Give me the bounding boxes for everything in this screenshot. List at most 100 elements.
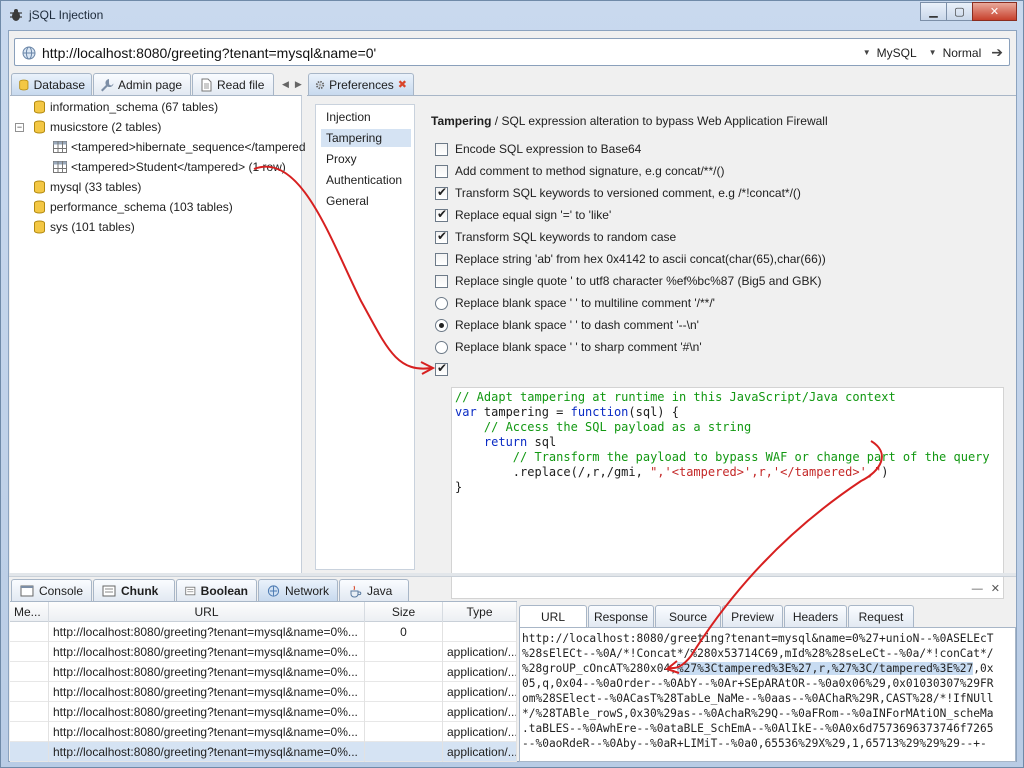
url-line: */%28TABle_rowS,0x30%29as--%0AchaR%29Q--… [522,707,994,720]
radio-button[interactable] [435,296,448,310]
tab-headers[interactable]: Headers [784,605,847,627]
close-panel-icon[interactable]: ✕ [991,583,1008,595]
tab-label: Chunk [121,583,159,598]
url-highlight: %27%3Ctampered%3E%27,r,%27%3C/tampered%3… [676,662,974,675]
option-random-case[interactable]: Transform SQL keywords to random case [435,228,676,246]
tree-item-musicstore[interactable]: musicstore (2 tables) [33,117,161,137]
tab-console[interactable]: Console [11,579,92,601]
checkbox[interactable] [435,252,448,266]
tab-preview[interactable]: Preview [722,605,783,627]
tab-url[interactable]: URL [519,605,587,627]
cell-url: http://localhost:8080/greeting?tenant=my… [49,622,365,642]
table-row[interactable]: http://localhost:8080/greeting?tenant=my… [10,682,517,702]
gear-icon [315,80,325,89]
checkbox[interactable] [435,164,448,178]
tree-item-sys[interactable]: sys (101 tables) [33,217,135,237]
table-row[interactable]: http://localhost:8080/greeting?tenant=my… [10,702,517,722]
option-comment-signature[interactable]: Add comment to method signature, e.g con… [435,162,724,180]
wrench-icon [101,78,114,91]
tree-item-label: mysql (33 tables) [50,180,142,194]
checkbox[interactable] [435,361,448,376]
option-space-multiline[interactable]: Replace blank space ' ' to multiline com… [435,294,715,312]
tab-scroll-arrows[interactable]: ◀▶ [282,79,308,90]
close-tab-icon[interactable]: ✖ [398,78,407,91]
column-size[interactable]: Size [365,602,443,622]
pref-nav-authentication[interactable]: Authentication [321,171,411,189]
table-row[interactable]: http://localhost:8080/greeting?tenant=my… [10,722,517,742]
code-keyword: var [455,405,477,419]
checkbox[interactable] [435,185,448,200]
tree-item-table-student[interactable]: <tampered>Student</tampered> (1 row) [53,157,286,177]
code-text: sql [527,435,557,449]
option-space-dash[interactable]: Replace blank space ' ' to dash comment … [435,316,699,334]
panel-controls[interactable]: —✕ [972,582,1008,595]
table-row[interactable]: http://localhost:8080/greeting?tenant=my… [10,662,517,682]
pref-nav-tampering[interactable]: Tampering [321,129,411,147]
tab-java[interactable]: Java [339,579,409,601]
split-divider[interactable] [9,573,1016,577]
start-arrow-icon[interactable]: ➔ [991,44,1003,61]
cell-method [10,662,49,682]
table-row[interactable]: http://localhost:8080/greeting?tenant=my… [10,742,517,762]
url-input[interactable] [42,43,832,63]
code-comment: // Adapt tampering at runtime in this Ja… [455,390,896,404]
tab-response[interactable]: Response [588,605,654,627]
mode-select[interactable]: Normal [943,46,982,60]
checkbox[interactable] [435,274,448,288]
option-space-sharp[interactable]: Replace blank space ' ' to sharp comment… [435,338,702,356]
column-type[interactable]: Type [443,602,517,622]
tab-network[interactable]: Network [258,579,338,601]
database-select[interactable]: MySQL [877,46,917,60]
option-versioned-comment[interactable]: Transform SQL keywords to versioned comm… [435,184,801,202]
radio-button[interactable] [435,340,448,354]
option-base64[interactable]: Encode SQL expression to Base64 [435,140,641,158]
url-line: %28sElECt--%0A/*!Concat*/%280x53714C69,m… [522,647,994,660]
code-text: (sql) { [628,405,679,419]
tree-item-table-hibernate[interactable]: <tampered>hibernate_sequence</tampered [53,137,306,157]
tab-label: Java [367,583,393,598]
table-row[interactable]: http://localhost:8080/greeting?tenant=my… [10,622,517,642]
maximize-button[interactable]: ▢ [946,2,973,21]
tampering-heading: Tampering / SQL expression alteration to… [431,114,828,128]
minimize-button[interactable]: ▁ [920,2,947,21]
column-url[interactable]: URL [49,602,365,622]
close-button[interactable]: ✕ [972,2,1017,21]
pref-nav-proxy[interactable]: Proxy [321,150,411,168]
column-method[interactable]: Me... [10,602,49,622]
pref-nav-injection[interactable]: Injection [321,108,411,126]
tampering-script-editor[interactable]: // Adapt tampering at runtime in this Ja… [451,387,1004,599]
tab-admin-page[interactable]: Admin page [93,73,191,95]
minimize-panel-icon[interactable]: — [972,583,991,595]
tab-preferences[interactable]: Preferences ✖ [308,73,414,95]
tab-request[interactable]: Request [848,605,914,627]
option-equal-to-like[interactable]: Replace equal sign '=' to 'like' [435,206,611,224]
cell-size [365,682,443,702]
close-icon: ✕ [989,6,1000,18]
option-hex-to-char[interactable]: Replace string 'ab' from hex 0x4142 to a… [435,250,826,268]
cell-method [10,702,49,722]
tree-item-label: information_schema (67 tables) [50,100,219,114]
option-quote-utf8[interactable]: Replace single quote ' to utf8 character… [435,272,822,290]
checkbox[interactable] [435,142,448,156]
tree-item-performance-schema[interactable]: performance_schema (103 tables) [33,197,233,217]
tree-item-mysql[interactable]: mysql (33 tables) [33,177,141,197]
url-line: %28groUP_cOncAT%280x04, [522,662,677,675]
tab-source[interactable]: Source [655,605,721,627]
title-bar[interactable]: jSQL Injection ▁ ▢ ✕ [1,1,1023,29]
checkbox[interactable] [435,229,448,244]
tree-item-information-schema[interactable]: information_schema (67 tables) [33,97,218,117]
pref-nav-general[interactable]: General [321,192,411,210]
tab-database[interactable]: Database [11,73,92,95]
tab-boolean[interactable]: Boolean [176,579,257,601]
checkbox[interactable] [435,207,448,222]
cell-size [365,662,443,682]
url-detail-text[interactable]: http://localhost:8080/greeting?tenant=my… [519,627,1016,762]
radio-button[interactable] [435,318,448,332]
tab-read-file[interactable]: Read file [192,73,274,95]
cell-size [365,742,443,762]
collapse-icon[interactable]: − [15,123,24,132]
table-row[interactable]: http://localhost:8080/greeting?tenant=my… [10,642,517,662]
option-custom-script[interactable] [435,360,448,378]
preferences-nav: Injection Tampering Proxy Authentication… [315,104,415,570]
tab-chunk[interactable]: Chunk [93,579,175,601]
